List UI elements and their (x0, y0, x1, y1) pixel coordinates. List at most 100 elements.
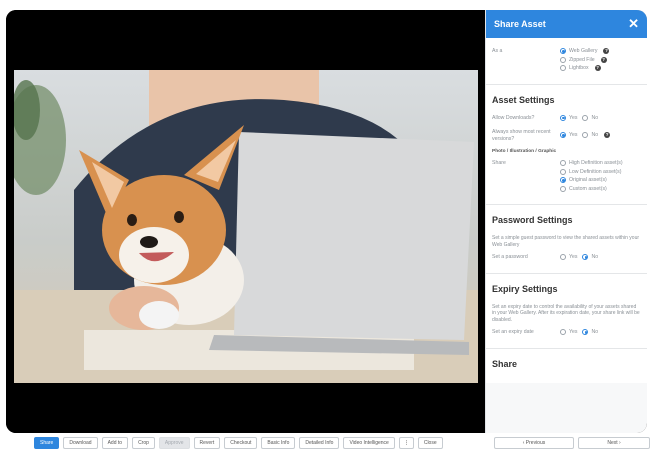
expiry-settings-description: Set an expiry date to control the availa… (492, 303, 640, 323)
radio-high-definition[interactable] (560, 160, 566, 166)
radio-set-expiry-yes[interactable] (560, 329, 566, 335)
show-recent-row: Always show most recent versions? Yes No… (492, 129, 641, 143)
set-password-no[interactable]: No (582, 254, 598, 260)
set-password-options: Yes No (560, 254, 641, 263)
option-custom-label: Custom asset(s) (569, 185, 607, 192)
next-button[interactable]: Next › (578, 437, 650, 449)
radio-show-recent-no[interactable] (582, 131, 589, 138)
allow-downloads-options: Yes No (560, 114, 641, 124)
image-viewer (6, 10, 485, 433)
add-to-button[interactable]: Add to (101, 436, 129, 449)
option-original[interactable]: Original asset(s) (560, 177, 641, 183)
set-password-label: Set a password (492, 254, 528, 260)
panel-title: Share Asset (494, 19, 546, 29)
allow-downloads-no-label: No (591, 114, 599, 121)
option-low-definition-label: Low Definition asset(s) (569, 168, 622, 175)
show-recent-no[interactable]: No ? (582, 129, 611, 141)
help-icon[interactable]: ? (594, 65, 601, 71)
radio-custom[interactable] (560, 185, 566, 192)
set-expiry-yes-label: Yes (569, 329, 578, 335)
set-password-yes-label: Yes (569, 254, 578, 260)
revert-button[interactable]: Revert (193, 436, 221, 449)
radio-zipped-file[interactable] (560, 56, 566, 63)
asset-type-subheading: Photo / Illustration / Graphic (492, 149, 557, 154)
show-recent-label: Always show most recent versions? (492, 129, 551, 142)
set-password-row: Set a password Yes No (492, 254, 641, 263)
checkout-button[interactable]: Checkout (224, 436, 258, 449)
share-quality-row: Share High Definition asset(s) Low Defin… (492, 160, 641, 194)
share-section-title: Share (492, 358, 518, 369)
asset-photo[interactable] (14, 70, 478, 383)
panel-header: Share Asset ✕ (486, 10, 647, 38)
password-settings-description: Set a simple guest password to view the … (492, 235, 640, 248)
radio-low-definition[interactable] (560, 168, 566, 175)
password-settings-title: Password Settings (492, 215, 573, 225)
asset-settings-section: Asset Settings Allow Downloads? Yes No A… (486, 84, 647, 205)
allow-downloads-label: Allow Downloads? (492, 114, 535, 121)
radio-web-gallery[interactable] (560, 48, 566, 54)
show-recent-no-label: No (591, 131, 599, 138)
previous-button[interactable]: ‹ Previous (494, 437, 574, 449)
share-as-options: Web Gallery ? Zipped File ? Lightbox ? (560, 48, 641, 74)
option-web-gallery-label: Web Gallery (569, 48, 598, 54)
photo-illustration (14, 70, 478, 383)
radio-set-password-no[interactable] (582, 254, 589, 260)
crop-button[interactable]: Crop (132, 436, 155, 449)
share-as-section: As a Web Gallery ? Zipped File ? Lightbo… (486, 38, 647, 85)
help-icon[interactable]: ? (604, 131, 611, 138)
close-button[interactable]: Close (417, 436, 443, 449)
close-icon[interactable]: ✕ (628, 16, 639, 32)
basic-info-button[interactable]: Basic Info (261, 436, 296, 449)
share-quality-label: Share (492, 160, 506, 166)
set-expiry-no-label: No (591, 329, 599, 335)
show-recent-options: Yes No ? (560, 129, 641, 143)
share-as-label: As a (492, 48, 503, 54)
download-button[interactable]: Download (63, 436, 98, 449)
option-lightbox[interactable]: Lightbox ? (560, 65, 641, 71)
share-button[interactable]: Share (34, 436, 60, 449)
allow-downloads-no[interactable]: No (582, 114, 599, 121)
expiry-settings-section: Expiry Settings Set an expiry date to co… (486, 273, 647, 349)
share-section: Share (486, 348, 647, 383)
option-zipped-file[interactable]: Zipped File ? (560, 56, 641, 63)
radio-set-expiry-no[interactable] (582, 329, 589, 335)
share-quality-options: High Definition asset(s) Low Definition … (560, 160, 641, 194)
allow-downloads-row: Allow Downloads? Yes No (492, 114, 641, 124)
more-options-icon[interactable]: ⋮ (398, 436, 414, 449)
radio-lightbox[interactable] (560, 65, 566, 71)
radio-allow-downloads-yes[interactable] (560, 114, 566, 121)
expiry-settings-title: Expiry Settings (492, 283, 558, 294)
show-recent-yes-label: Yes (569, 131, 578, 138)
set-password-no-label: No (591, 254, 599, 260)
radio-show-recent-yes[interactable] (560, 131, 566, 138)
option-custom[interactable]: Custom asset(s) (560, 185, 641, 192)
radio-original[interactable] (560, 177, 566, 183)
allow-downloads-yes-label: Yes (569, 114, 578, 121)
help-icon[interactable]: ? (600, 56, 607, 63)
option-web-gallery[interactable]: Web Gallery ? (560, 48, 641, 54)
option-high-definition[interactable]: High Definition asset(s) (560, 160, 641, 166)
asset-viewer-window: Share Asset ✕ As a Web Gallery ? Zipped … (6, 10, 647, 433)
password-settings-section: Password Settings Set a simple guest pas… (486, 205, 647, 274)
show-recent-yes[interactable]: Yes (560, 129, 577, 141)
set-expiry-yes[interactable]: Yes (560, 329, 577, 335)
share-as-row: As a Web Gallery ? Zipped File ? Lightbo… (492, 48, 641, 74)
set-expiry-row: Set an expiry date Yes No (492, 329, 641, 338)
radio-set-password-yes[interactable] (560, 254, 566, 260)
option-zipped-file-label: Zipped File (569, 56, 595, 63)
detailed-info-button[interactable]: Detailed Info (299, 436, 340, 449)
video-intelligence-button[interactable]: Video Intelligence (343, 436, 395, 449)
share-asset-panel: Share Asset ✕ As a Web Gallery ? Zipped … (485, 10, 647, 433)
option-high-definition-label: High Definition asset(s) (569, 160, 623, 166)
set-expiry-no[interactable]: No (582, 329, 598, 335)
set-password-yes[interactable]: Yes (560, 254, 577, 260)
allow-downloads-yes[interactable]: Yes (560, 114, 578, 121)
asset-settings-title: Asset Settings (492, 94, 555, 105)
set-expiry-options: Yes No (560, 329, 641, 338)
radio-allow-downloads-no[interactable] (582, 114, 589, 121)
approve-button[interactable]: Approve (158, 436, 190, 449)
set-expiry-label: Set an expiry date (492, 329, 534, 335)
option-low-definition[interactable]: Low Definition asset(s) (560, 168, 641, 175)
help-icon[interactable]: ? (603, 48, 610, 54)
option-lightbox-label: Lightbox (569, 65, 589, 71)
